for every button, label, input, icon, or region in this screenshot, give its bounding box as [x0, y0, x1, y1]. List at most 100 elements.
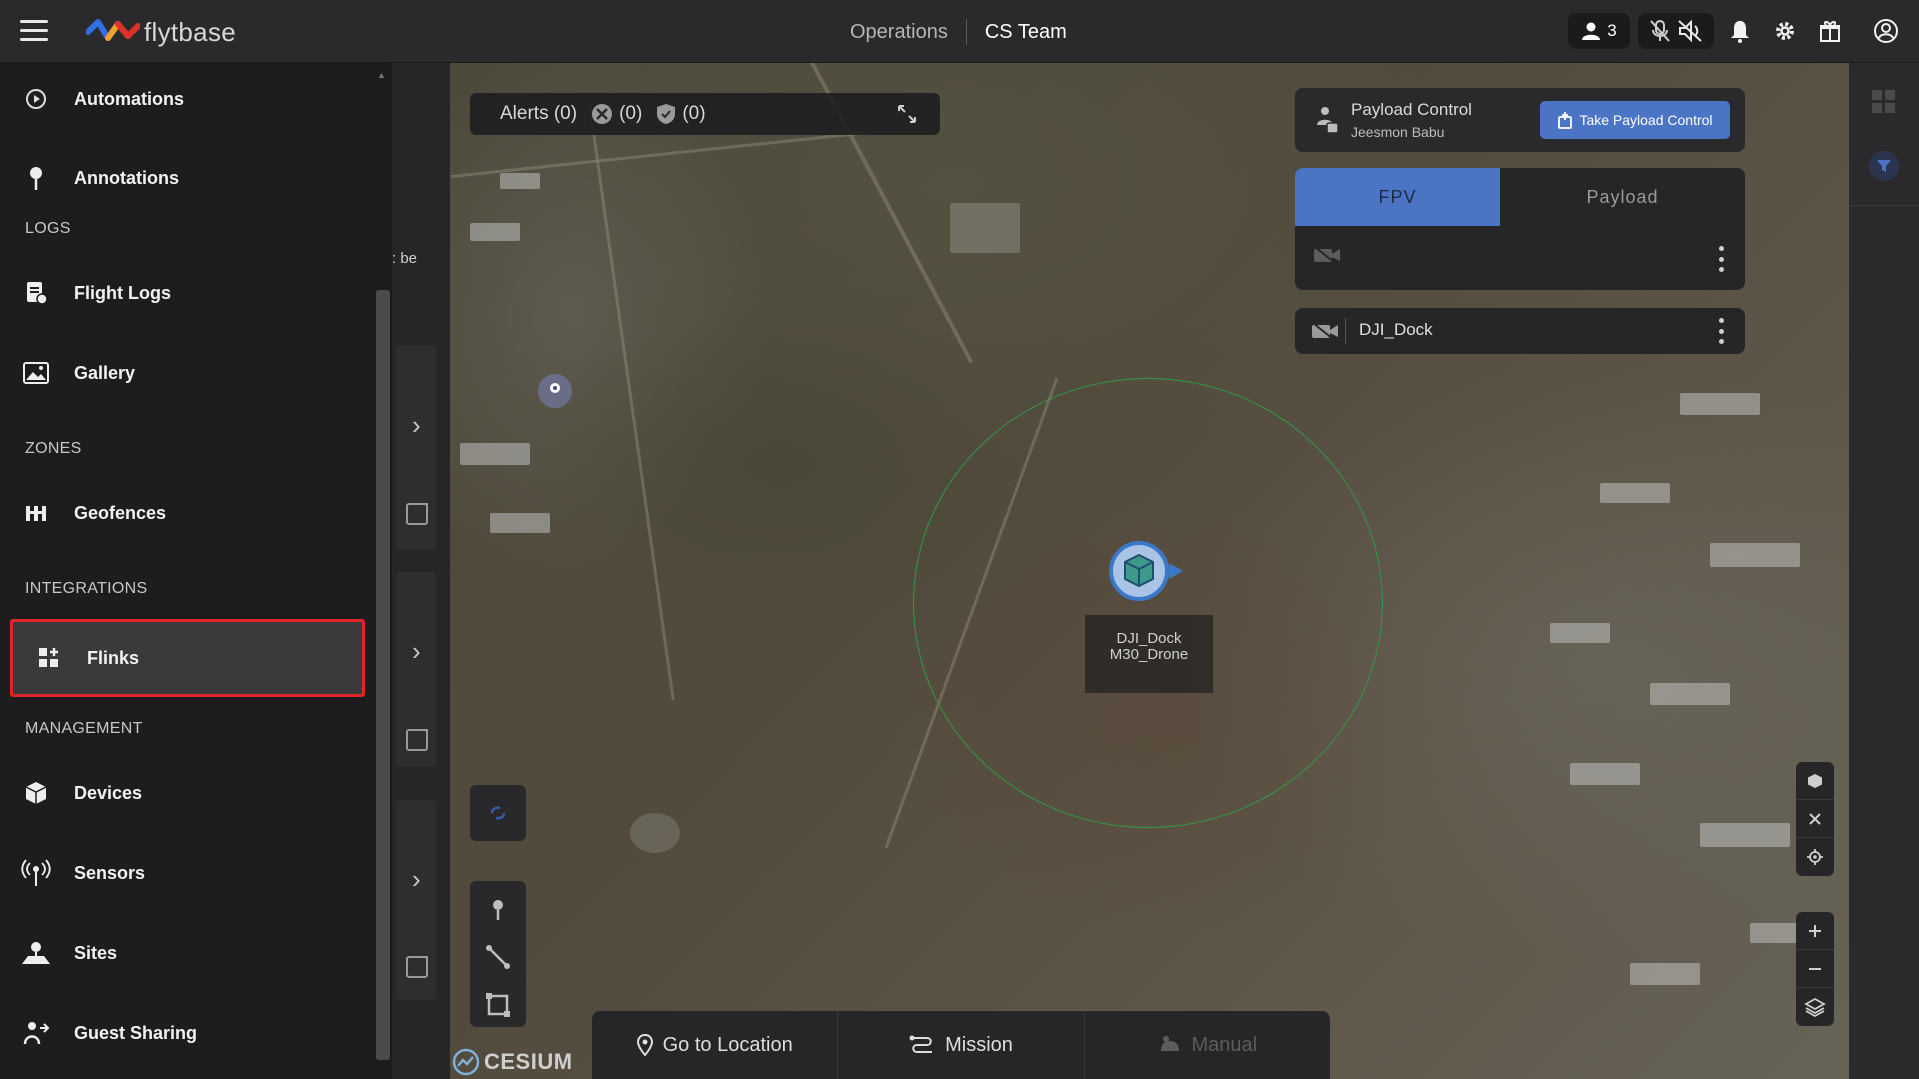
- alerts-bar[interactable]: Alerts (0) (0) (0): [470, 93, 940, 135]
- gear-icon[interactable]: [1771, 17, 1799, 45]
- sync-button[interactable]: [470, 785, 526, 841]
- manual-button[interactable]: Manual: [1085, 1011, 1330, 1079]
- gift-icon[interactable]: [1816, 17, 1844, 45]
- flinks-icon: [33, 642, 65, 674]
- chevron-right-icon[interactable]: ›: [412, 864, 432, 894]
- audio-controls: [1638, 13, 1714, 49]
- zoom-in-button[interactable]: [1796, 912, 1834, 950]
- chevron-right-icon[interactable]: ›: [412, 410, 432, 440]
- payload-hand-icon: [1558, 112, 1573, 129]
- open-external-icon[interactable]: [406, 729, 428, 751]
- pin-icon: [550, 383, 560, 393]
- dock-name: DJI_Dock: [1359, 320, 1433, 339]
- users-count: 3: [1607, 21, 1617, 40]
- sidebar-scrollbar[interactable]: [376, 290, 390, 1060]
- sidebar-item-geofences[interactable]: Geofences: [20, 489, 360, 537]
- account-icon[interactable]: [1872, 17, 1900, 45]
- drone-label-drone: M30_Drone: [1109, 646, 1189, 663]
- section-title-management: MANAGEMENT: [25, 720, 143, 737]
- drone-alert-icon: [592, 104, 613, 124]
- sidebar-item-flinks[interactable]: Flinks: [10, 619, 365, 697]
- open-external-icon[interactable]: [406, 956, 428, 978]
- open-external-icon[interactable]: [406, 503, 428, 525]
- dock-feed-row[interactable]: DJI_Dock: [1295, 308, 1745, 354]
- camera-off-icon: [1314, 246, 1340, 264]
- polygon-tool-icon[interactable]: [484, 991, 512, 1019]
- joystick-icon: [1160, 1036, 1179, 1051]
- sidebar-item-label: Flight Logs: [74, 282, 171, 303]
- sync-icon: [490, 806, 506, 820]
- gallery-icon: [20, 357, 52, 389]
- sidebar-item-guest-sharing[interactable]: Guest Sharing: [20, 1009, 360, 1057]
- brand-name: flytbase: [144, 16, 237, 47]
- video-feed-panel: FPV Payload: [1295, 168, 1745, 290]
- drone-alerts: (0): [591, 103, 642, 125]
- dock-more-menu[interactable]: [1717, 318, 1725, 344]
- sidebar-item-label: Gallery: [74, 362, 136, 383]
- bell-icon[interactable]: [1726, 17, 1754, 45]
- nav-team[interactable]: CS Team: [985, 21, 1067, 44]
- drone-label: DJI_Dock M30_Drone: [1085, 615, 1213, 693]
- poi-marker[interactable]: [538, 374, 572, 408]
- sensor-icon: [20, 857, 52, 889]
- go-to-location-button[interactable]: Go to Location: [592, 1011, 839, 1079]
- feed-more-menu[interactable]: [1717, 246, 1725, 272]
- plus-icon: [1809, 924, 1821, 937]
- layers-button[interactable]: [1796, 988, 1834, 1026]
- payload-icon: [1317, 107, 1339, 134]
- drone-label-dock: DJI_Dock: [1116, 630, 1182, 647]
- locate-button[interactable]: [1796, 838, 1834, 876]
- sidebar-item-flight-logs[interactable]: Flight Logs: [20, 269, 360, 317]
- sidebar-item-automations[interactable]: Automations: [20, 75, 360, 123]
- dock-marker[interactable]: [1109, 541, 1183, 601]
- zoom-out-button[interactable]: [1796, 950, 1834, 988]
- sidebar-item-devices[interactable]: Devices: [20, 769, 360, 817]
- top-nav: Operations CS Team: [850, 19, 1067, 45]
- section-title-integrations: INTEGRATIONS: [25, 580, 148, 597]
- shield-icon: [657, 104, 676, 124]
- section-title-logs: LOGS: [25, 220, 71, 237]
- widget-grid-icon[interactable]: [1869, 87, 1899, 117]
- line-tool-icon[interactable]: [484, 943, 512, 971]
- cube-icon: [1808, 773, 1822, 788]
- flytbase-logo-icon: [86, 19, 140, 41]
- users-icon: [1582, 22, 1601, 40]
- mission-button[interactable]: Mission: [838, 1011, 1085, 1079]
- active-users-button[interactable]: 3: [1568, 13, 1630, 49]
- mission-route-icon: [909, 1035, 933, 1053]
- tab-payload[interactable]: Payload: [1500, 168, 1745, 226]
- scroll-up-icon[interactable]: ▲: [377, 70, 389, 80]
- cesium-attribution[interactable]: CESIUM: [452, 1048, 573, 1076]
- 3d-view-button[interactable]: [1796, 762, 1834, 800]
- chevron-right-icon[interactable]: ›: [412, 636, 432, 666]
- sidebar: Automations Annotations LOGS Flight Logs…: [0, 63, 380, 1079]
- recenter-button[interactable]: [1796, 800, 1834, 838]
- speaker-off-icon[interactable]: [1677, 19, 1703, 43]
- sidebar-item-label: Sites: [74, 942, 118, 963]
- sidebar-item-label: Automations: [74, 88, 184, 109]
- mission-label: Mission: [945, 1033, 1013, 1056]
- sidebar-item-label: Devices: [74, 782, 143, 803]
- take-payload-control-label: Take Payload Control: [1579, 112, 1713, 128]
- nav-separator: [965, 19, 967, 45]
- mic-off-icon[interactable]: [1649, 19, 1671, 43]
- nav-operations[interactable]: Operations: [850, 21, 948, 44]
- payload-control-owner: Jeesmon Babu: [1351, 124, 1445, 140]
- sidebar-item-sites[interactable]: Sites: [20, 929, 360, 977]
- tab-fpv[interactable]: FPV: [1295, 168, 1500, 226]
- sidebar-item-sensors[interactable]: Sensors: [20, 849, 360, 897]
- minus-icon: [1809, 967, 1821, 970]
- drawing-toolbar: [470, 881, 526, 1027]
- automation-icon: [20, 83, 52, 115]
- pin-icon[interactable]: [484, 895, 512, 923]
- sidebar-item-annotations[interactable]: Annotations: [20, 154, 360, 202]
- filter-icon[interactable]: [1869, 151, 1899, 181]
- cesium-label: CESIUM: [484, 1049, 573, 1074]
- menu-icon[interactable]: [20, 20, 48, 42]
- flight-action-bar: Go to Location Mission Manual: [592, 1011, 1330, 1079]
- take-payload-control-button[interactable]: Take Payload Control: [1540, 101, 1730, 139]
- expand-icon[interactable]: [896, 103, 918, 125]
- sidebar-item-gallery[interactable]: Gallery: [20, 349, 360, 397]
- top-bar: flytbase Operations CS Team 3: [0, 0, 1919, 63]
- flytbase-logo[interactable]: flytbase: [86, 16, 236, 48]
